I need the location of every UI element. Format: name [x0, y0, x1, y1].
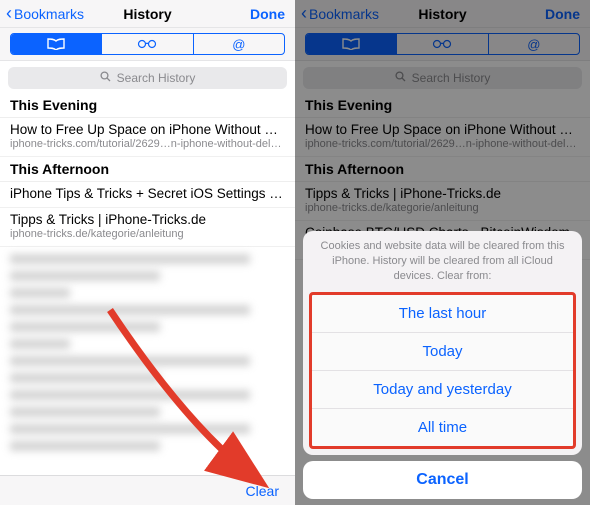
tab-reading-list[interactable]: [102, 34, 193, 54]
left-screenshot: ‹ Bookmarks History Done @: [0, 0, 295, 505]
clear-option-last-hour[interactable]: The last hour: [312, 295, 573, 333]
page-title: History: [123, 6, 171, 22]
clear-button[interactable]: Clear: [246, 483, 279, 499]
history-list: This Evening How to Free Up Space on iPh…: [0, 93, 295, 475]
search-input[interactable]: Search History: [8, 67, 287, 89]
clear-option-today-yesterday[interactable]: Today and yesterday: [312, 371, 573, 409]
clear-option-all-time[interactable]: All time: [312, 409, 573, 446]
action-sheet: Cookies and website data will be cleared…: [303, 231, 582, 499]
back-button[interactable]: ‹ Bookmarks: [6, 5, 84, 23]
section-header: This Evening: [0, 93, 295, 118]
right-screenshot: ‹ Bookmarks History Done @: [295, 0, 590, 505]
row-subtitle: iphone-tricks.de/kategorie/anleitung: [10, 228, 285, 240]
segmented-control: @: [0, 28, 295, 61]
blurred-content: [0, 254, 295, 451]
clear-options-highlight: The last hour Today Today and yesterday …: [309, 292, 576, 449]
chevron-left-icon: ‹: [6, 4, 12, 22]
done-button[interactable]: Done: [250, 6, 285, 22]
row-subtitle: iphone-tricks.com/tutorial/2629…n-iphone…: [10, 138, 285, 150]
clear-option-today[interactable]: Today: [312, 333, 573, 371]
row-title: How to Free Up Space on iPhone Without D…: [10, 122, 285, 137]
section-header: This Afternoon: [0, 157, 295, 182]
tab-bookmarks[interactable]: [11, 34, 102, 54]
history-row[interactable]: Tipps & Tricks | iPhone-Tricks.de iphone…: [0, 208, 295, 247]
tab-shared-links[interactable]: @: [194, 34, 284, 54]
at-icon: @: [232, 37, 245, 52]
search-placeholder: Search History: [117, 71, 196, 85]
book-icon: [47, 38, 65, 50]
back-label: Bookmarks: [14, 6, 84, 22]
sheet-message: Cookies and website data will be cleared…: [303, 231, 582, 290]
history-row[interactable]: How to Free Up Space on iPhone Without D…: [0, 118, 295, 157]
bottom-toolbar: Clear: [0, 475, 295, 505]
search-icon: [100, 71, 111, 85]
search-container: Search History: [0, 61, 295, 93]
cancel-button[interactable]: Cancel: [303, 461, 582, 499]
row-title: Tipps & Tricks | iPhone-Tricks.de: [10, 212, 285, 227]
history-row[interactable]: iPhone Tips & Tricks + Secret iOS Settin…: [0, 182, 295, 208]
navbar: ‹ Bookmarks History Done: [0, 0, 295, 28]
glasses-icon: [136, 39, 158, 49]
row-title: iPhone Tips & Tricks + Secret iOS Settin…: [10, 186, 285, 201]
side-by-side: ‹ Bookmarks History Done @: [0, 0, 590, 505]
